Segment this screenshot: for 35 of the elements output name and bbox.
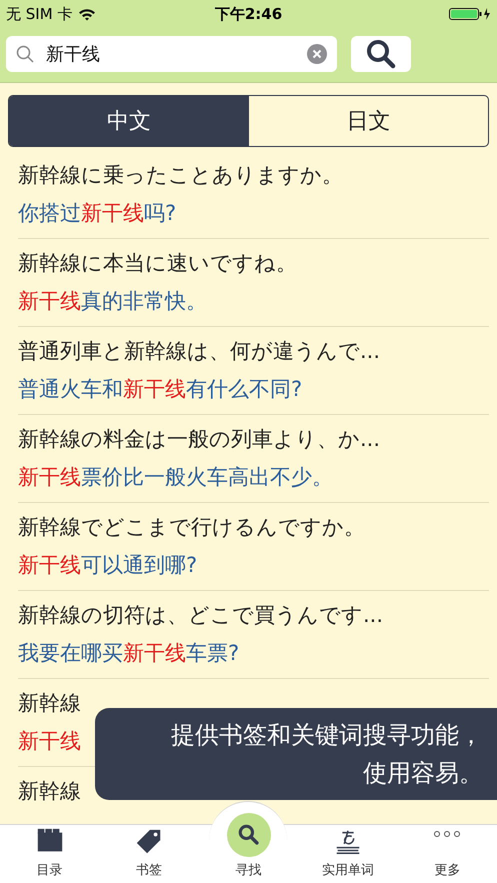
toast-message: 提供书签和关键词搜寻功能， — [171, 720, 483, 751]
japanese-sentence: 普通列車と新幹線は、何が違うんで... — [18, 338, 380, 365]
chinese-translation: 新干线真的非常快。 — [18, 288, 207, 315]
segment-tab[interactable]: 日文 — [248, 96, 488, 146]
chinese-translation: 新干线票价比一般火车高出不少。 — [18, 464, 333, 491]
toast-message: 使用容易。 — [363, 758, 483, 789]
japanese-sentence: 新幹線の切符は、どこで買うんです... — [18, 602, 384, 629]
search-box[interactable]: 新干线 — [6, 36, 337, 72]
japanese-sentence: 新幹線 — [18, 778, 81, 805]
tab-bar-item[interactable]: 更多 — [398, 825, 497, 883]
search-field[interactable]: 新干线 — [44, 42, 297, 66]
chinese-translation: 你搭过新干线吗? — [18, 200, 176, 227]
chinese-translation: 新干线 — [18, 728, 81, 755]
chinese-translation: 普通火车和新干线有什么不同? — [18, 376, 302, 403]
clock-time: 下午2:46 — [214, 4, 282, 24]
wifi-icon — [78, 8, 96, 20]
tab-bar-item[interactable]: 寻找 — [198, 799, 298, 883]
more-icon — [434, 831, 460, 837]
clear-icon[interactable] — [307, 44, 327, 64]
japanese-sentence: 新幹線に乗ったことありますか。 — [18, 162, 343, 189]
japanese-sentence: 新幹線の料金は一般の列車より、か... — [18, 426, 380, 453]
carrier-label: 无 SIM 卡 — [6, 4, 72, 24]
japanese-sentence: 新幹線でどこまで行けるんですか。 — [18, 514, 365, 541]
segment-tab[interactable]: 中文 — [9, 96, 248, 146]
search-button[interactable] — [351, 36, 411, 72]
tab-bar-item[interactable]: 实用单词 — [298, 825, 398, 883]
chinese-translation: 新干线可以通到哪? — [18, 552, 198, 579]
tab-bar-item[interactable]: 书签 — [99, 825, 199, 883]
search-icon — [16, 45, 34, 63]
japanese-sentence: 新幹線 — [18, 690, 81, 717]
tab-bar-item[interactable]: 目录 — [0, 825, 100, 883]
chinese-translation: 我要在哪买新干线车票? — [18, 640, 240, 667]
battery-icon — [449, 7, 491, 21]
search-icon — [365, 38, 397, 70]
japanese-sentence: 新幹線に本当に速いですね。 — [18, 250, 297, 277]
